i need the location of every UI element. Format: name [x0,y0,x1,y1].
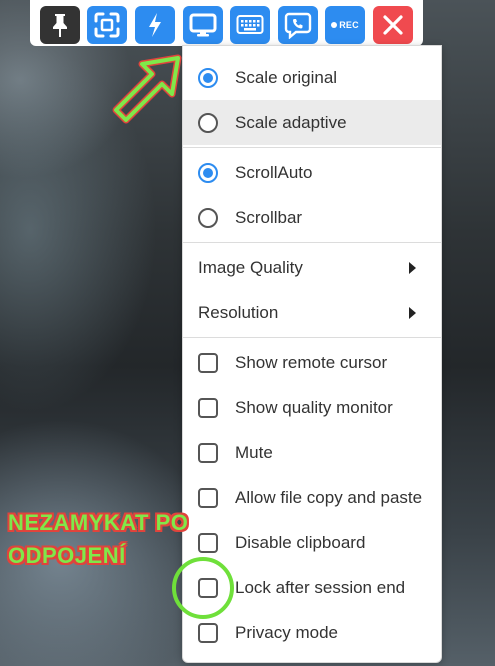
chat-button[interactable] [278,6,318,44]
action-button[interactable] [135,6,175,44]
pin-button[interactable] [40,6,80,44]
menu-item-show-remote-cursor[interactable]: Show remote cursor [183,340,441,385]
submenu-arrow-icon [409,306,416,319]
annotation-arrow-icon [112,54,182,124]
monitor-icon [189,13,217,37]
radio-scale-original[interactable] [198,67,218,88]
menu-item-label: Scrollbar [235,207,303,227]
pin-icon [53,14,67,37]
checkbox-show-remote-cursor[interactable] [198,352,218,373]
record-dot-icon [331,22,338,28]
chat-phone-icon [284,12,312,39]
close-icon [383,15,403,35]
menu-item-image-quality[interactable]: Image Quality [183,245,441,290]
remote-toolbar: REC [30,0,423,46]
fullscreen-icon [94,12,120,38]
menu-item-label: Scale adaptive [235,112,347,132]
fullscreen-button[interactable] [87,6,127,44]
radio-scrollbar[interactable] [198,207,218,228]
annotation-text-line2: ODPOJENÍ [8,543,126,568]
menu-item-label: ScrollAuto [235,162,313,182]
menu-item-label: Image Quality [198,257,303,277]
menu-item-scale-original[interactable]: Scale original [183,55,441,100]
menu-item-scale-adaptive[interactable]: Scale adaptive [183,100,441,145]
menu-item-disable-clipboard[interactable]: Disable clipboard [183,520,441,565]
lightning-icon [149,13,161,37]
menu-item-label: Lock after session end [235,577,406,597]
checkbox-disable-clipboard[interactable] [198,532,218,553]
record-label: REC [339,20,359,30]
menu-item-scrollbar[interactable]: Scrollbar [183,195,441,240]
checkbox-privacy-mode[interactable] [198,622,218,643]
checkbox-allow-file-copy[interactable] [198,487,218,508]
menu-item-label: Scale original [235,67,338,87]
keyboard-icon [236,15,264,34]
annotation-text-line1: NEZAMYKAT PO [8,510,189,535]
menu-item-resolution[interactable]: Resolution [183,290,441,335]
checkbox-show-quality-monitor[interactable] [198,397,218,418]
keyboard-button[interactable] [230,6,270,44]
display-button[interactable] [183,6,223,44]
checkbox-mute[interactable] [198,442,218,463]
menu-item-label: Show remote cursor [235,352,388,372]
menu-item-show-quality-monitor[interactable]: Show quality monitor [183,385,441,430]
menu-item-label: Resolution [198,302,279,322]
annotation-highlight-circle [172,557,234,619]
menu-item-allow-file-copy[interactable]: Allow file copy and paste [183,475,441,520]
record-icon: REC [331,20,359,30]
close-button[interactable] [373,6,413,44]
radio-scale-adaptive[interactable] [198,112,218,133]
menu-item-label: Show quality monitor [235,397,393,417]
menu-item-mute[interactable]: Mute [183,430,441,475]
menu-item-privacy-mode[interactable]: Privacy mode [183,610,441,655]
menu-item-scroll-auto[interactable]: ScrollAuto [183,150,441,195]
menu-item-label: Privacy mode [235,622,338,642]
radio-scroll-auto[interactable] [198,162,218,183]
record-button[interactable]: REC [325,6,365,44]
menu-divider [183,337,441,338]
menu-item-label: Allow file copy and paste [235,487,423,507]
menu-item-label: Disable clipboard [235,532,366,552]
submenu-arrow-icon [409,261,416,274]
menu-divider [183,242,441,243]
menu-item-label: Mute [235,442,273,462]
menu-divider [183,147,441,148]
